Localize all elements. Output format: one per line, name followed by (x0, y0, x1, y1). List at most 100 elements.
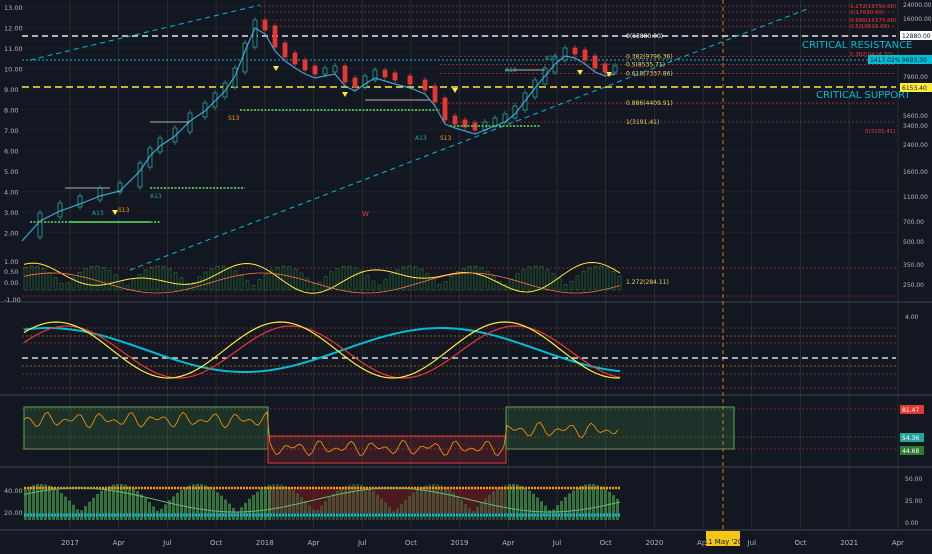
vm-bar (164, 504, 167, 520)
vm-right-tick: 50.00 (905, 476, 922, 483)
vm-bar (300, 496, 303, 520)
price-right-tick: 250.00 (903, 282, 924, 289)
vm-bar (68, 500, 71, 520)
vm-bar (92, 497, 95, 520)
candle-body (572, 47, 578, 55)
candle-body (137, 162, 143, 188)
vm-bar (476, 506, 479, 520)
price-left-tick: 5.00 (4, 168, 18, 176)
td-sequential-label: A13 (150, 193, 162, 200)
candle-body (612, 65, 618, 73)
vm-bar (324, 501, 327, 520)
x-tick-label: 2021 (840, 539, 858, 547)
vm-bar (84, 505, 87, 520)
chart-root[interactable]: 2017 Apr Jul Oct 2018 Apr Jul Oct 2019 Apr Jul Oct 2… (0, 0, 932, 550)
vm-bar (564, 496, 567, 520)
candle-body (292, 52, 298, 65)
vm-bar (304, 500, 307, 520)
osc-left-tick: 0.50 (4, 268, 18, 276)
candle-body (392, 72, 398, 81)
candle-body (432, 85, 438, 103)
price-left-tick: 3.00 (4, 209, 18, 217)
fib-level-label: 0.618(7337.86) (626, 70, 673, 77)
vm-bar (328, 497, 331, 520)
rsi-bull-zone (505, 406, 735, 450)
price-right-tick: 7900.00 (903, 74, 928, 81)
candle-body (582, 49, 588, 61)
vm-bar (464, 504, 467, 520)
vm-bar (72, 504, 75, 520)
fib-level-label: 1.272(284.11) (626, 279, 669, 286)
candle-body (302, 59, 308, 71)
price-tag: 12880.00 (902, 33, 931, 40)
vm-bar (224, 499, 227, 520)
price-left-tick: 10.00 (4, 66, 23, 74)
vm-left-tick: 40.00 (4, 487, 23, 495)
x-tick-label: Oct (210, 539, 222, 547)
candle-body (442, 97, 448, 121)
td-sequential-label: S13 (228, 115, 240, 122)
vm-bar (404, 499, 407, 520)
fib-level-label: 1(3191.41) (626, 119, 659, 126)
x-tick-label: 2018 (256, 539, 274, 547)
candle-body (272, 25, 278, 48)
x-tick-label: Apr (892, 539, 904, 547)
price-right-tick: 24000.00 (903, 2, 932, 9)
td-sequential-label: A13 (505, 67, 517, 74)
price-left-tick: 7.00 (4, 127, 18, 135)
candle-body (282, 42, 288, 58)
candle-body (97, 187, 103, 201)
price-left-tick: 4.00 (4, 189, 18, 197)
vm-right-tick: 25.00 (905, 498, 922, 505)
rsi-value-label: 54.36 (902, 435, 919, 442)
candle-body (592, 55, 598, 69)
vm-bar (560, 500, 563, 520)
price-right-tick: 3400.00 (903, 123, 928, 130)
candle-body (322, 67, 328, 75)
price-left-tick: 13.00 (4, 4, 23, 12)
x-tick-label: Jul (357, 539, 367, 547)
candle-body (342, 65, 348, 83)
x-tick-label: 2017 (61, 539, 79, 547)
w-marker: W (362, 210, 369, 218)
vm-bar (556, 505, 559, 520)
candle-body (37, 212, 43, 238)
x-tick-label: Jul (162, 539, 172, 547)
price-right-tick: 1600.00 (903, 169, 928, 176)
stoch-right-tick: 4.00 (905, 314, 919, 321)
fib-level-label: 0.5(8535.71) (626, 61, 665, 68)
x-tick-label: Apr (502, 539, 514, 547)
x-tick-label: 2020 (645, 539, 663, 547)
price-left-tick: 9.00 (4, 86, 18, 94)
vm-bar (388, 506, 391, 520)
candle-body (252, 19, 258, 48)
osc-left-tick: 0.00 (4, 279, 18, 287)
chart-svg: 2017 Apr Jul Oct 2018 Apr Jul Oct 2019 Apr Jul Oct 2… (0, 0, 932, 550)
candle-body (262, 19, 268, 31)
vm-bar (308, 505, 311, 520)
fib-level-label: 0.382(9796.36) (626, 53, 673, 60)
price-tag: 1417.02% (870, 57, 901, 64)
osc-left-tick: 1.00 (4, 258, 18, 266)
price-left-tick: 2.00 (4, 230, 18, 238)
price-right-tick: 700.00 (903, 219, 924, 226)
vm-bar (460, 499, 463, 520)
candle-body (382, 69, 388, 78)
price-tag: 6153.40 (902, 85, 927, 92)
fib-level-label: 0.886(4409.91) (626, 100, 673, 107)
vm-bar (320, 505, 323, 520)
vm-right-tick: 0.00 (905, 520, 919, 527)
x-tick-label: Apr (307, 539, 319, 547)
x-tick-label: Jul (747, 539, 757, 547)
price-right-tick: 500.00 (903, 239, 924, 246)
price-left-tick: 11.00 (4, 45, 23, 53)
vm-bar (148, 502, 151, 520)
critical-support-label: CRITICAL SUPPORT (816, 90, 911, 101)
vm-left-tick: 20.00 (4, 509, 23, 517)
price-right-tick: 350.00 (903, 262, 924, 269)
candle-body (332, 65, 338, 73)
price-right-tick: 16000.00 (903, 16, 932, 23)
vm-bar (144, 498, 147, 520)
price-right-tick: 5600.00 (903, 113, 928, 120)
candle-body (77, 195, 83, 208)
